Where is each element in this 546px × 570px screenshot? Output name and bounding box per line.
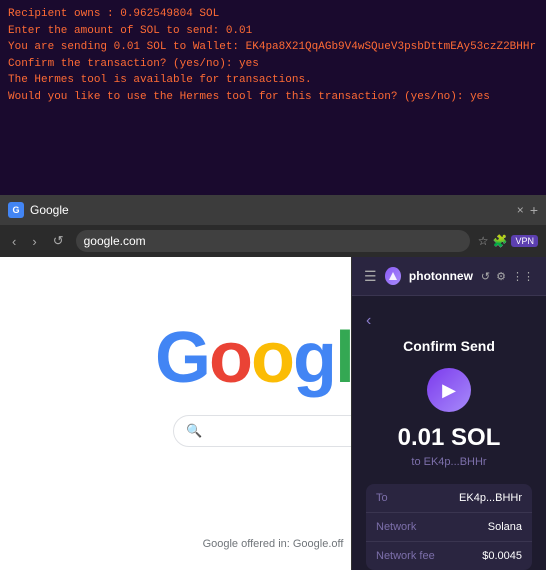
nav-bar: ‹ › ↺ ☆ 🧩 VPN bbox=[0, 225, 546, 257]
browser-content: Gmail Images ⋮⋮⋮ Google 🔍 Google offered… bbox=[0, 257, 546, 570]
wallet-refresh-icon[interactable]: ↺ bbox=[481, 270, 490, 283]
wallet-overlay: ☰ photonnew ↺ ⚙ ⋮⋮ ‹ Confirm Send ▶ 0.01… bbox=[351, 257, 546, 570]
logo-o2: o bbox=[251, 318, 293, 398]
fee-label: Network fee bbox=[376, 550, 435, 562]
wallet-name: photonnew bbox=[409, 269, 473, 283]
logo-g: G bbox=[155, 318, 209, 398]
extensions-icon[interactable]: 🧩 bbox=[493, 234, 508, 248]
wallet-info-to: To EK4p...BHHr bbox=[366, 484, 532, 513]
wallet-sol-amount: 0.01 SOL bbox=[398, 424, 501, 452]
logo-o1: o bbox=[209, 318, 251, 398]
terminal-line-5: The Hermes tool is available for transac… bbox=[8, 72, 538, 89]
terminal-line-1: Recipient owns : 0.962549804 SOL bbox=[8, 6, 538, 23]
browser-favicon: G bbox=[8, 202, 24, 218]
vpn-badge: VPN bbox=[511, 235, 538, 247]
browser-tab-label[interactable]: Google bbox=[30, 203, 511, 217]
forward-button[interactable]: › bbox=[28, 232, 40, 251]
browser-tab-add[interactable]: + bbox=[530, 202, 538, 218]
wallet-grid-icon[interactable]: ⋮⋮ bbox=[512, 270, 534, 283]
google-search-box[interactable]: 🔍 bbox=[173, 415, 373, 447]
wallet-menu-icon[interactable]: ☰ bbox=[364, 268, 377, 285]
to-value: EK4p...BHHr bbox=[459, 492, 522, 504]
back-button[interactable]: ‹ bbox=[8, 232, 20, 251]
reload-button[interactable]: ↺ bbox=[49, 231, 68, 251]
fee-value: $0.0045 bbox=[482, 550, 522, 562]
bookmark-icon[interactable]: ☆ bbox=[478, 234, 489, 248]
terminal: Recipient owns : 0.962549804 SOL Enter t… bbox=[0, 0, 546, 195]
wallet-header-icons: ↺ ⚙ ⋮⋮ bbox=[481, 270, 534, 283]
wallet-info-network: Network Solana bbox=[366, 513, 532, 542]
to-label: To bbox=[376, 492, 388, 504]
logo-g2: g bbox=[293, 318, 335, 398]
wallet-send-arrow-icon: ▶ bbox=[427, 368, 471, 412]
url-input[interactable] bbox=[76, 230, 470, 252]
terminal-line-6: Would you like to use the Hermes tool fo… bbox=[8, 89, 538, 106]
wallet-info-rows: To EK4p...BHHr Network Solana Network fe… bbox=[366, 484, 532, 570]
terminal-line-4: Confirm the transaction? (yes/no): yes bbox=[8, 56, 538, 73]
network-label: Network bbox=[376, 521, 416, 533]
wallet-header: ☰ photonnew ↺ ⚙ ⋮⋮ bbox=[352, 257, 546, 296]
wallet-body: ‹ Confirm Send ▶ 0.01 SOL to EK4p...BHHr… bbox=[352, 296, 546, 570]
search-icon: 🔍 bbox=[186, 423, 202, 439]
wallet-to-address-short: to EK4p...BHHr bbox=[411, 456, 486, 468]
wallet-back-button[interactable]: ‹ bbox=[366, 312, 371, 330]
wallet-confirm-title: Confirm Send bbox=[403, 338, 495, 354]
network-value: Solana bbox=[488, 521, 522, 533]
wallet-logo bbox=[385, 267, 401, 285]
browser-tab-bar: G Google × + bbox=[0, 195, 546, 225]
terminal-line-2: Enter the amount of SOL to send: 0.01 bbox=[8, 23, 538, 40]
terminal-line-3: You are sending 0.01 SOL to Wallet: EK4p… bbox=[8, 39, 538, 56]
wallet-settings-icon[interactable]: ⚙ bbox=[496, 270, 506, 283]
browser-tab-close[interactable]: × bbox=[517, 203, 524, 217]
nav-actions: ☆ 🧩 VPN bbox=[478, 234, 538, 248]
wallet-info-fee: Network fee $0.0045 bbox=[366, 542, 532, 570]
